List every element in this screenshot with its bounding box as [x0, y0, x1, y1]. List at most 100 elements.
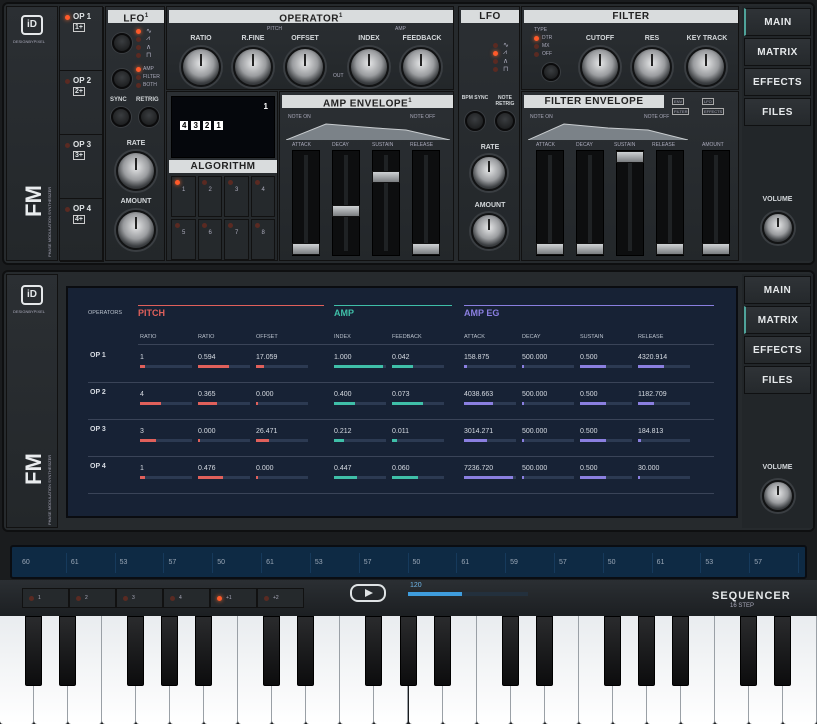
cell-rfine[interactable]: 0.594: [198, 354, 216, 361]
black-key[interactable]: [399, 616, 417, 686]
black-key[interactable]: [501, 616, 519, 686]
upper-tab-matrix[interactable]: MATRIX: [744, 38, 811, 66]
black-key[interactable]: [161, 616, 179, 686]
black-key[interactable]: [127, 616, 145, 686]
cell-release-bar[interactable]: [638, 439, 690, 442]
pattern-button-6[interactable]: +2: [257, 588, 304, 608]
cell-rfine-bar[interactable]: [198, 365, 250, 368]
black-key[interactable]: [25, 616, 43, 686]
cell-index[interactable]: 0.447: [334, 465, 352, 472]
cell-sustain-bar[interactable]: [580, 365, 632, 368]
cell-offset[interactable]: 0.000: [256, 465, 274, 472]
amp-sustain-fader[interactable]: [372, 150, 400, 256]
black-key[interactable]: [739, 616, 757, 686]
cell-index-bar[interactable]: [334, 476, 386, 479]
cell-ratio-bar[interactable]: [140, 402, 192, 405]
algo-1-button[interactable]: 1: [171, 176, 196, 217]
lfo1-amount-knob[interactable]: [116, 210, 156, 250]
keytrack-knob[interactable]: [686, 47, 726, 87]
seq-step[interactable]: 53: [311, 553, 360, 573]
cell-feedback-bar[interactable]: [392, 402, 444, 405]
cell-rfine[interactable]: 0.365: [198, 391, 216, 398]
lower-tab-effects[interactable]: EFFECTS: [744, 336, 811, 364]
cell-rfine-bar[interactable]: [198, 402, 250, 405]
seq-step[interactable]: 57: [164, 553, 214, 573]
lfo1-sync-button[interactable]: [111, 107, 131, 127]
cell-release-bar[interactable]: [638, 365, 690, 368]
cell-ratio[interactable]: 4: [140, 391, 144, 398]
pattern-button-5[interactable]: +1: [210, 588, 257, 608]
black-key[interactable]: [263, 616, 281, 686]
cell-attack-bar[interactable]: [464, 365, 516, 368]
pattern-button-3[interactable]: 3: [116, 588, 163, 608]
op-1-button[interactable]: OP 1 1+: [60, 7, 104, 71]
play-button[interactable]: [350, 584, 386, 602]
seq-step[interactable]: 60: [18, 553, 67, 573]
cell-feedback[interactable]: 0.060: [392, 465, 410, 472]
tempo-slider[interactable]: [408, 592, 528, 596]
cell-offset-bar[interactable]: [256, 439, 308, 442]
seq-step[interactable]: 59: [506, 553, 555, 573]
algo-3-button[interactable]: 3: [224, 176, 249, 217]
cutoff-knob[interactable]: [580, 47, 620, 87]
cell-sustain[interactable]: 0.500: [580, 391, 598, 398]
cell-decay[interactable]: 500.000: [522, 465, 547, 472]
seq-step[interactable]: 61: [653, 553, 702, 573]
lower-tab-main[interactable]: MAIN: [744, 276, 811, 304]
cell-offset[interactable]: 0.000: [256, 391, 274, 398]
seq-step[interactable]: 57: [360, 553, 409, 573]
lfo2-sync-button[interactable]: [465, 111, 485, 131]
rfine-knob[interactable]: [233, 47, 273, 87]
pattern-button-1[interactable]: 1: [22, 588, 69, 608]
cell-ratio[interactable]: 1: [140, 354, 144, 361]
cell-offset-bar[interactable]: [256, 402, 308, 405]
cell-decay[interactable]: 500.000: [522, 354, 547, 361]
cell-attack[interactable]: 158.875: [464, 354, 489, 361]
cell-sustain-bar[interactable]: [580, 402, 632, 405]
cell-release[interactable]: 4320.914: [638, 354, 667, 361]
seq-step[interactable]: 57: [555, 553, 604, 573]
upper-tab-main[interactable]: MAIN: [744, 8, 811, 36]
amp-release-fader[interactable]: [412, 150, 440, 256]
cell-sustain[interactable]: 0.500: [580, 465, 598, 472]
algo-8-button[interactable]: 8: [250, 219, 275, 260]
algo-4-button[interactable]: 4: [250, 176, 275, 217]
cell-release-bar[interactable]: [638, 402, 690, 405]
seq-step[interactable]: 53: [701, 553, 751, 573]
cell-decay[interactable]: 500.000: [522, 391, 547, 398]
amp-decay-fader[interactable]: [332, 150, 360, 256]
ratio-knob[interactable]: [181, 47, 221, 87]
black-key[interactable]: [535, 616, 553, 686]
cell-offset-bar[interactable]: [256, 476, 308, 479]
cell-attack-bar[interactable]: [464, 402, 516, 405]
black-key[interactable]: [297, 616, 315, 686]
cell-offset[interactable]: 17.059: [256, 354, 277, 361]
cell-feedback-bar[interactable]: [392, 439, 444, 442]
black-key[interactable]: [433, 616, 451, 686]
seq-step[interactable]: 50: [409, 553, 458, 573]
lfo2-retrig-button[interactable]: [495, 111, 515, 131]
cell-index[interactable]: 0.212: [334, 428, 352, 435]
cell-offset[interactable]: 26.471: [256, 428, 277, 435]
index-knob[interactable]: [349, 47, 389, 87]
cell-decay[interactable]: 500.000: [522, 428, 547, 435]
lfo1-dest-knob[interactable]: [112, 69, 132, 89]
cell-index-bar[interactable]: [334, 439, 386, 442]
cell-feedback[interactable]: 0.073: [392, 391, 410, 398]
filter-type-knob[interactable]: [542, 63, 560, 81]
lfo1-rate-knob[interactable]: [116, 151, 156, 191]
cell-release[interactable]: 184.813: [638, 428, 663, 435]
lfo1-wave-knob[interactable]: [112, 33, 132, 53]
offset-knob[interactable]: [285, 47, 325, 87]
lower-volume-knob[interactable]: [762, 480, 794, 512]
seq-step[interactable]: 50: [604, 553, 653, 573]
res-knob[interactable]: [632, 47, 672, 87]
lower-tab-matrix[interactable]: MATRIX: [744, 306, 811, 334]
cell-decay-bar[interactable]: [522, 365, 574, 368]
feedback-knob[interactable]: [401, 47, 441, 87]
cell-index-bar[interactable]: [334, 365, 386, 368]
cell-sustain-bar[interactable]: [580, 476, 632, 479]
cell-attack-bar[interactable]: [464, 439, 516, 442]
cell-decay-bar[interactable]: [522, 439, 574, 442]
pattern-button-4[interactable]: 4: [163, 588, 210, 608]
